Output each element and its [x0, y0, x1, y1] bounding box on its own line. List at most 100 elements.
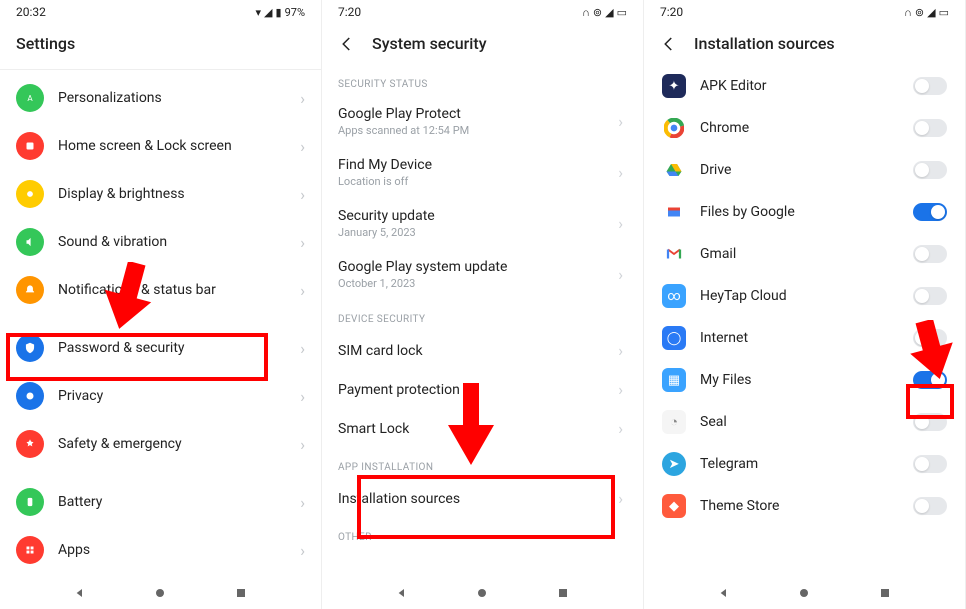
status-bar: 7:20 ∩ ⊚ ◢ ▭	[644, 0, 965, 24]
app-my-files[interactable]: ▦ My Files	[644, 359, 965, 401]
toggle[interactable]	[913, 455, 947, 473]
theme-store-icon: ◆	[662, 494, 686, 518]
chevron-right-icon: ›	[618, 380, 623, 399]
toggle[interactable]	[913, 119, 947, 137]
chevron-right-icon: ›	[300, 185, 305, 204]
section-app-installation: APP INSTALLATION	[322, 448, 643, 479]
settings-list[interactable]: A Personalizations › Home screen & Lock …	[0, 74, 321, 575]
item-personalizations[interactable]: A Personalizations ›	[0, 74, 321, 122]
recents-nav-icon[interactable]	[877, 585, 893, 601]
home-nav-icon[interactable]	[474, 585, 490, 601]
back-nav-icon[interactable]	[716, 585, 732, 601]
clock: 20:32	[16, 5, 46, 19]
app-heytap[interactable]: ∞ HeyTap Cloud	[644, 275, 965, 317]
chevron-right-icon: ›	[300, 281, 305, 300]
apps-icon	[16, 536, 44, 564]
row-sim-lock[interactable]: SIM card lock ›	[322, 331, 643, 370]
chevron-right-icon: ›	[618, 489, 623, 508]
app-gmail[interactable]: Gmail	[644, 233, 965, 275]
security-list[interactable]: SECURITY STATUS Google Play ProtectApps …	[322, 65, 643, 575]
recents-nav-icon[interactable]	[555, 585, 571, 601]
toggle[interactable]	[913, 497, 947, 515]
nav-bar	[322, 575, 643, 609]
item-apps[interactable]: Apps ›	[0, 526, 321, 574]
item-display[interactable]: Display & brightness ›	[0, 170, 321, 218]
app-telegram[interactable]: ➤ Telegram	[644, 443, 965, 485]
chevron-right-icon: ›	[300, 493, 305, 512]
privacy-icon	[16, 382, 44, 410]
item-home-lock[interactable]: Home screen & Lock screen ›	[0, 122, 321, 170]
app-apk-editor[interactable]: ✦ APK Editor	[644, 65, 965, 107]
chevron-right-icon: ›	[300, 233, 305, 252]
app-files[interactable]: Files by Google	[644, 191, 965, 233]
toggle[interactable]	[913, 371, 947, 389]
item-password-security[interactable]: Password & security ›	[0, 324, 321, 372]
row-installation-sources[interactable]: Installation sources ›	[322, 479, 643, 518]
back-button[interactable]	[338, 35, 356, 53]
drive-icon	[662, 158, 686, 182]
wifi-icon: ⊚	[593, 6, 602, 19]
section-other: OTHER	[322, 518, 643, 549]
app-internet[interactable]: ◯ Internet	[644, 317, 965, 359]
headset-icon: ∩	[582, 6, 590, 19]
chevron-right-icon: ›	[300, 541, 305, 560]
page-header: Installation sources	[644, 24, 965, 65]
app-seal[interactable]: ◔ Seal	[644, 401, 965, 443]
chevron-right-icon: ›	[300, 435, 305, 454]
row-play-protect[interactable]: Google Play ProtectApps scanned at 12:54…	[322, 96, 643, 147]
toggle[interactable]	[913, 329, 947, 347]
app-theme-store[interactable]: ◆ Theme Store	[644, 485, 965, 527]
status-bar: 20:32 ▾ ◢ ▮ 97%	[0, 0, 321, 24]
toggle[interactable]	[913, 245, 947, 263]
chevron-right-icon: ›	[618, 419, 623, 438]
back-nav-icon[interactable]	[394, 585, 410, 601]
chevron-right-icon: ›	[300, 89, 305, 108]
chrome-icon	[662, 116, 686, 140]
files-icon	[662, 200, 686, 224]
chevron-right-icon: ›	[618, 163, 623, 182]
row-security-update[interactable]: Security updateJanuary 5, 2023 ›	[322, 198, 643, 249]
row-payment-protection[interactable]: Payment protection ›	[322, 370, 643, 409]
sources-list[interactable]: ✦ APK Editor Chrome Drive Files by Googl…	[644, 65, 965, 575]
chevron-right-icon: ›	[618, 341, 623, 360]
page-header: System security	[322, 24, 643, 65]
personalizations-icon: A	[16, 84, 44, 112]
toggle[interactable]	[913, 161, 947, 179]
home-nav-icon[interactable]	[796, 585, 812, 601]
back-button[interactable]	[660, 35, 678, 53]
toggle[interactable]	[913, 77, 947, 95]
apk-editor-icon: ✦	[662, 74, 686, 98]
headset-icon: ∩	[904, 6, 912, 19]
item-sound[interactable]: Sound & vibration ›	[0, 218, 321, 266]
section-security-status: SECURITY STATUS	[322, 65, 643, 96]
item-safety[interactable]: Safety & emergency ›	[0, 420, 321, 468]
row-find-my-device[interactable]: Find My DeviceLocation is off ›	[322, 147, 643, 198]
home-nav-icon[interactable]	[152, 585, 168, 601]
back-nav-icon[interactable]	[72, 585, 88, 601]
status-bar: 7:20 ∩ ⊚ ◢ ▭	[322, 0, 643, 24]
clock: 7:20	[660, 5, 683, 19]
installation-sources-screen: 7:20 ∩ ⊚ ◢ ▭ Installation sources ✦ APK …	[644, 0, 966, 609]
row-play-system-update[interactable]: Google Play system updateOctober 1, 2023…	[322, 249, 643, 300]
item-privacy[interactable]: Privacy ›	[0, 372, 321, 420]
item-battery[interactable]: Battery ›	[0, 478, 321, 526]
battery-pct: 97%	[285, 6, 305, 19]
app-drive[interactable]: Drive	[644, 149, 965, 191]
toggle[interactable]	[913, 203, 947, 221]
chevron-right-icon: ›	[300, 387, 305, 406]
chevron-right-icon: ›	[618, 265, 623, 284]
status-icons: ∩ ⊚ ◢ ▭	[582, 6, 627, 19]
item-notifications[interactable]: Notifications & status bar ›	[0, 266, 321, 314]
nav-bar	[0, 575, 321, 609]
app-chrome[interactable]: Chrome	[644, 107, 965, 149]
shield-icon	[16, 334, 44, 362]
telegram-icon: ➤	[662, 452, 686, 476]
recents-nav-icon[interactable]	[233, 585, 249, 601]
row-smart-lock[interactable]: Smart Lock ›	[322, 409, 643, 448]
battery-icon: ▮	[276, 6, 282, 19]
my-files-icon: ▦	[662, 368, 686, 392]
section-device-security: DEVICE SECURITY	[322, 300, 643, 331]
toggle[interactable]	[913, 287, 947, 305]
seal-icon: ◔	[662, 410, 686, 434]
toggle[interactable]	[913, 413, 947, 431]
